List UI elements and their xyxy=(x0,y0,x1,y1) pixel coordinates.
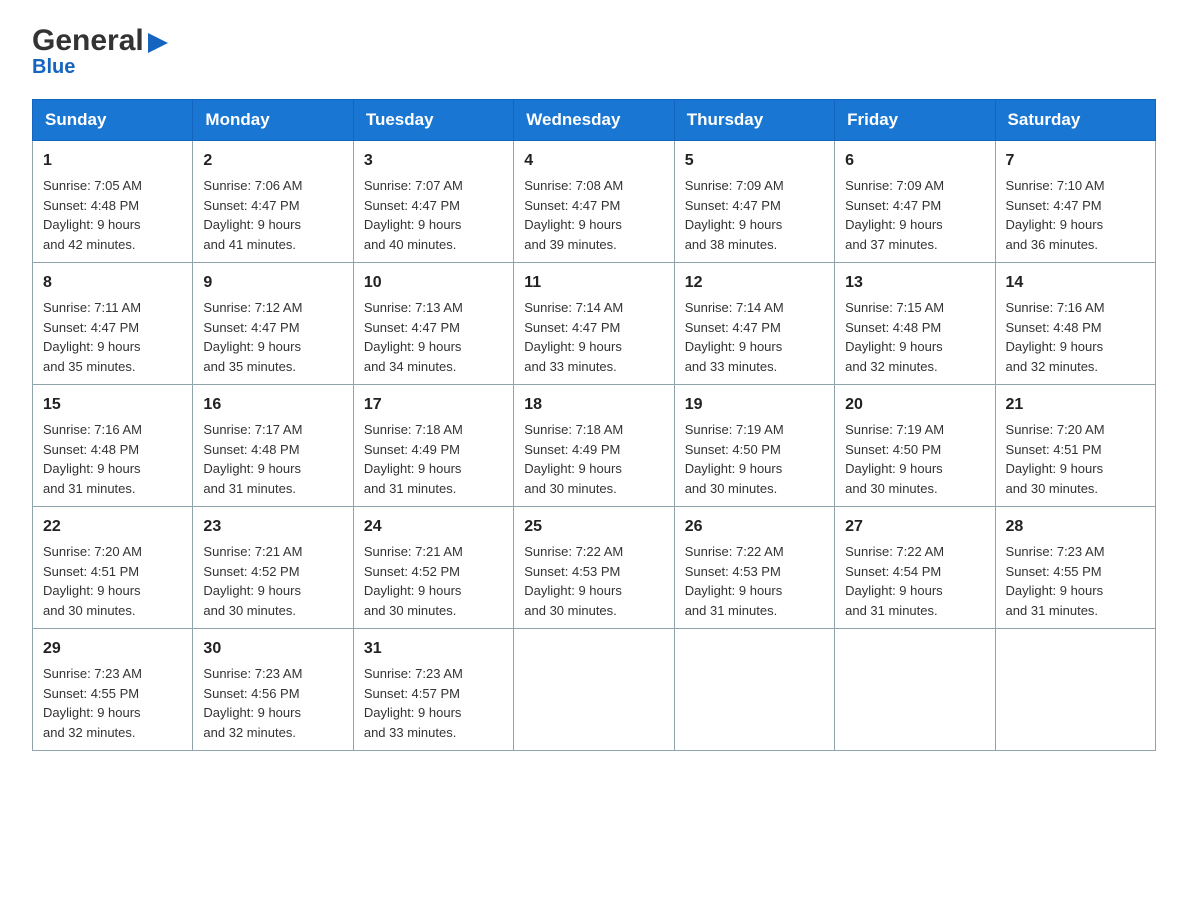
calendar-table: SundayMondayTuesdayWednesdayThursdayFrid… xyxy=(32,99,1156,751)
day-number: 5 xyxy=(685,149,824,173)
calendar-cell: 17Sunrise: 7:18 AMSunset: 4:49 PMDayligh… xyxy=(353,385,513,507)
calendar-cell: 25Sunrise: 7:22 AMSunset: 4:53 PMDayligh… xyxy=(514,507,674,629)
calendar-week-2: 8Sunrise: 7:11 AMSunset: 4:47 PMDaylight… xyxy=(33,263,1156,385)
day-number: 23 xyxy=(203,515,342,539)
column-header-thursday: Thursday xyxy=(674,100,834,141)
day-number: 13 xyxy=(845,271,984,295)
calendar-cell: 4Sunrise: 7:08 AMSunset: 4:47 PMDaylight… xyxy=(514,141,674,263)
logo-general-text: General xyxy=(32,24,144,58)
day-number: 11 xyxy=(524,271,663,295)
calendar-cell: 11Sunrise: 7:14 AMSunset: 4:47 PMDayligh… xyxy=(514,263,674,385)
column-header-tuesday: Tuesday xyxy=(353,100,513,141)
calendar-cell: 19Sunrise: 7:19 AMSunset: 4:50 PMDayligh… xyxy=(674,385,834,507)
calendar-cell: 27Sunrise: 7:22 AMSunset: 4:54 PMDayligh… xyxy=(835,507,995,629)
calendar-cell: 12Sunrise: 7:14 AMSunset: 4:47 PMDayligh… xyxy=(674,263,834,385)
logo-area: General Blue xyxy=(32,24,168,79)
day-number: 21 xyxy=(1006,393,1145,417)
calendar-cell xyxy=(835,629,995,751)
calendar-cell: 21Sunrise: 7:20 AMSunset: 4:51 PMDayligh… xyxy=(995,385,1155,507)
day-number: 17 xyxy=(364,393,503,417)
calendar-cell: 22Sunrise: 7:20 AMSunset: 4:51 PMDayligh… xyxy=(33,507,193,629)
logo-blue-text: Blue xyxy=(32,56,75,79)
day-number: 4 xyxy=(524,149,663,173)
day-number: 12 xyxy=(685,271,824,295)
day-number: 27 xyxy=(845,515,984,539)
calendar-cell: 3Sunrise: 7:07 AMSunset: 4:47 PMDaylight… xyxy=(353,141,513,263)
calendar-cell: 18Sunrise: 7:18 AMSunset: 4:49 PMDayligh… xyxy=(514,385,674,507)
calendar-cell: 28Sunrise: 7:23 AMSunset: 4:55 PMDayligh… xyxy=(995,507,1155,629)
day-number: 30 xyxy=(203,637,342,661)
day-number: 3 xyxy=(364,149,503,173)
column-header-sunday: Sunday xyxy=(33,100,193,141)
column-header-monday: Monday xyxy=(193,100,353,141)
calendar-cell: 8Sunrise: 7:11 AMSunset: 4:47 PMDaylight… xyxy=(33,263,193,385)
calendar-cell: 9Sunrise: 7:12 AMSunset: 4:47 PMDaylight… xyxy=(193,263,353,385)
column-header-saturday: Saturday xyxy=(995,100,1155,141)
calendar-cell: 14Sunrise: 7:16 AMSunset: 4:48 PMDayligh… xyxy=(995,263,1155,385)
day-number: 16 xyxy=(203,393,342,417)
day-number: 29 xyxy=(43,637,182,661)
calendar-cell: 13Sunrise: 7:15 AMSunset: 4:48 PMDayligh… xyxy=(835,263,995,385)
calendar-header-row: SundayMondayTuesdayWednesdayThursdayFrid… xyxy=(33,100,1156,141)
day-number: 15 xyxy=(43,393,182,417)
calendar-week-1: 1Sunrise: 7:05 AMSunset: 4:48 PMDaylight… xyxy=(33,141,1156,263)
calendar-cell: 5Sunrise: 7:09 AMSunset: 4:47 PMDaylight… xyxy=(674,141,834,263)
calendar-cell: 20Sunrise: 7:19 AMSunset: 4:50 PMDayligh… xyxy=(835,385,995,507)
calendar-cell: 30Sunrise: 7:23 AMSunset: 4:56 PMDayligh… xyxy=(193,629,353,751)
day-number: 10 xyxy=(364,271,503,295)
calendar-cell xyxy=(995,629,1155,751)
calendar-cell: 7Sunrise: 7:10 AMSunset: 4:47 PMDaylight… xyxy=(995,141,1155,263)
day-number: 6 xyxy=(845,149,984,173)
calendar-week-5: 29Sunrise: 7:23 AMSunset: 4:55 PMDayligh… xyxy=(33,629,1156,751)
calendar-cell: 2Sunrise: 7:06 AMSunset: 4:47 PMDaylight… xyxy=(193,141,353,263)
calendar-cell: 24Sunrise: 7:21 AMSunset: 4:52 PMDayligh… xyxy=(353,507,513,629)
logo-arrow-icon xyxy=(148,33,168,53)
calendar-cell: 10Sunrise: 7:13 AMSunset: 4:47 PMDayligh… xyxy=(353,263,513,385)
day-number: 14 xyxy=(1006,271,1145,295)
day-number: 8 xyxy=(43,271,182,295)
calendar-cell: 1Sunrise: 7:05 AMSunset: 4:48 PMDaylight… xyxy=(33,141,193,263)
calendar-cell: 15Sunrise: 7:16 AMSunset: 4:48 PMDayligh… xyxy=(33,385,193,507)
calendar-cell: 31Sunrise: 7:23 AMSunset: 4:57 PMDayligh… xyxy=(353,629,513,751)
day-number: 19 xyxy=(685,393,824,417)
day-number: 18 xyxy=(524,393,663,417)
day-number: 28 xyxy=(1006,515,1145,539)
day-number: 25 xyxy=(524,515,663,539)
calendar-cell: 26Sunrise: 7:22 AMSunset: 4:53 PMDayligh… xyxy=(674,507,834,629)
calendar-cell xyxy=(514,629,674,751)
day-number: 7 xyxy=(1006,149,1145,173)
day-number: 26 xyxy=(685,515,824,539)
column-header-friday: Friday xyxy=(835,100,995,141)
calendar-cell: 16Sunrise: 7:17 AMSunset: 4:48 PMDayligh… xyxy=(193,385,353,507)
day-number: 9 xyxy=(203,271,342,295)
page-header: General Blue xyxy=(32,24,1156,79)
calendar-cell xyxy=(674,629,834,751)
column-header-wednesday: Wednesday xyxy=(514,100,674,141)
day-number: 22 xyxy=(43,515,182,539)
calendar-cell: 29Sunrise: 7:23 AMSunset: 4:55 PMDayligh… xyxy=(33,629,193,751)
day-number: 20 xyxy=(845,393,984,417)
day-number: 24 xyxy=(364,515,503,539)
day-number: 31 xyxy=(364,637,503,661)
calendar-week-3: 15Sunrise: 7:16 AMSunset: 4:48 PMDayligh… xyxy=(33,385,1156,507)
day-number: 2 xyxy=(203,149,342,173)
day-number: 1 xyxy=(43,149,182,173)
calendar-cell: 23Sunrise: 7:21 AMSunset: 4:52 PMDayligh… xyxy=(193,507,353,629)
calendar-cell: 6Sunrise: 7:09 AMSunset: 4:47 PMDaylight… xyxy=(835,141,995,263)
calendar-week-4: 22Sunrise: 7:20 AMSunset: 4:51 PMDayligh… xyxy=(33,507,1156,629)
